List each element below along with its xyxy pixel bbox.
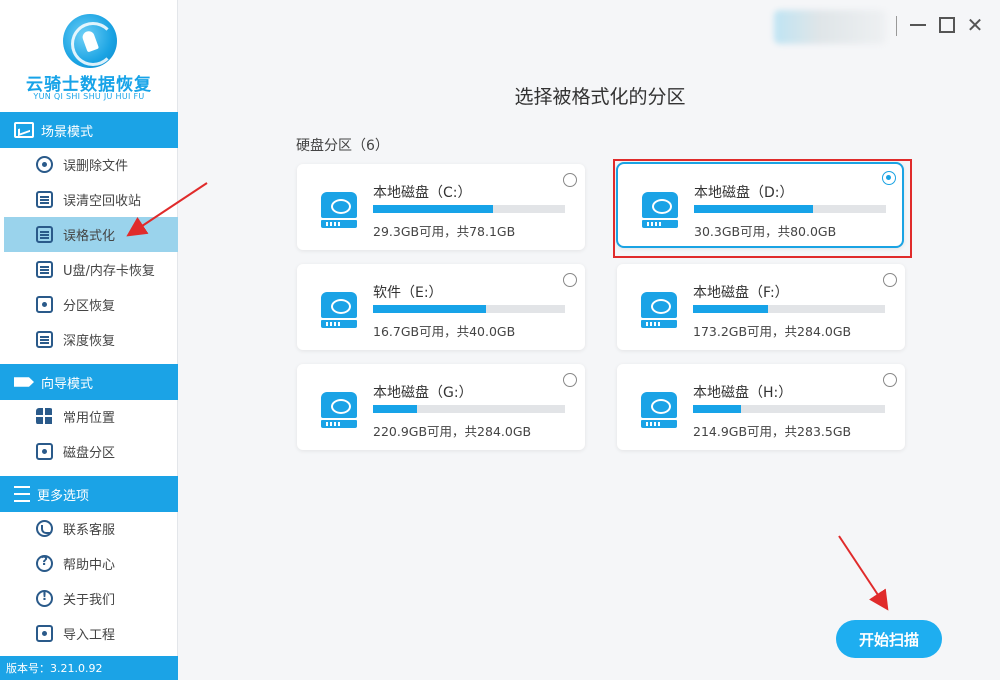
maximize-button[interactable] [935, 12, 959, 38]
sidebar: 云骑士数据恢复 YUN QI SHI SHU JU HUI FU 场景模式 误删… [0, 0, 178, 680]
help-icon [36, 554, 53, 572]
user-account-avatar[interactable] [774, 10, 886, 44]
info-icon [36, 589, 53, 607]
section-guide-mode[interactable]: 向导模式 [0, 364, 178, 400]
section-title: 更多选项 [37, 488, 90, 504]
nav-item-disk-partition[interactable]: 磁盘分区 [4, 434, 178, 469]
deep-recovery-icon [36, 331, 53, 348]
partition-name: 本地磁盘（C:） [373, 185, 472, 201]
section-more-options[interactable]: 更多选项 [0, 476, 178, 512]
nav-item-label: 联系客服 [63, 523, 116, 538]
usage-bar [693, 305, 885, 313]
hard-drive-icon [321, 292, 357, 328]
nav-item-label: 导入工程 [63, 628, 116, 643]
nav-item-contact-support[interactable]: 联系客服 [4, 511, 178, 546]
phone-icon [36, 520, 53, 537]
usage-bar [694, 205, 886, 213]
partition-card-d[interactable]: 本地磁盘（D:） 30.3GB可用，共80.0GB [616, 162, 904, 248]
nav-item-recycle-bin[interactable]: 误清空回收站 [4, 182, 178, 217]
partition-usage-text: 220.9GB可用，共284.0GB [373, 424, 532, 439]
section-title: 向导模式 [41, 376, 94, 392]
version-label: 版本号：3.21.0.92 [0, 656, 178, 680]
nav-item-label: 深度恢复 [63, 334, 116, 349]
partition-radio[interactable] [563, 373, 577, 387]
nav-item-label: 磁盘分区 [63, 446, 116, 461]
signpost-icon [14, 377, 34, 387]
titlebar-divider [896, 16, 897, 36]
usage-bar [373, 205, 565, 213]
scene-icon [14, 122, 34, 138]
import-icon [36, 625, 53, 642]
partition-card-f[interactable]: 本地磁盘（F:） 173.2GB可用，共284.0GB [617, 264, 905, 350]
disk-icon [36, 443, 53, 460]
partition-usage-text: 173.2GB可用，共284.0GB [693, 324, 852, 339]
nav-item-label: 误格式化 [63, 229, 116, 244]
partition-radio[interactable] [563, 273, 577, 287]
partition-card-h[interactable]: 本地磁盘（H:） 214.9GB可用，共283.5GB [617, 364, 905, 450]
arrow-to-start-button [838, 535, 889, 611]
disk-partitions-heading: 硬盘分区（6） [296, 138, 389, 154]
hard-drive-icon [641, 392, 677, 428]
partition-usage-text: 30.3GB可用，共80.0GB [694, 224, 837, 239]
partition-radio[interactable] [883, 273, 897, 287]
partition-name: 本地磁盘（G:） [373, 385, 473, 401]
minimize-button[interactable] [906, 12, 930, 38]
nav-item-import-project[interactable]: 导入工程 [4, 616, 178, 651]
hard-drive-icon [642, 192, 678, 228]
partition-radio[interactable] [563, 173, 577, 187]
partition-card-g[interactable]: 本地磁盘（G:） 220.9GB可用，共284.0GB [297, 364, 585, 450]
section-title: 场景模式 [41, 124, 94, 140]
partition-radio[interactable] [883, 373, 897, 387]
close-button[interactable]: ✕ [963, 12, 987, 38]
nav-item-usb-sd[interactable]: U盘/内存卡恢复 [4, 252, 178, 287]
nav-item-about-us[interactable]: 关于我们 [4, 581, 178, 616]
partition-name: 软件（E:） [373, 285, 443, 301]
page-title: 选择被格式化的分区 [514, 86, 686, 108]
nav-item-help-center[interactable]: 帮助中心 [4, 546, 178, 581]
hard-drive-icon [641, 292, 677, 328]
partition-usage-text: 214.9GB可用，共283.5GB [693, 424, 852, 439]
nav-item-label: 误删除文件 [63, 159, 129, 174]
partition-usage-text: 16.7GB可用，共40.0GB [373, 324, 516, 339]
knight-logo-icon [63, 14, 117, 68]
nav-item-common-locations[interactable]: 常用位置 [4, 399, 178, 434]
partition-usage-text: 29.3GB可用，共78.1GB [373, 224, 516, 239]
nav-item-label: 帮助中心 [63, 558, 116, 573]
format-icon [36, 226, 53, 243]
logo: 云骑士数据恢复 YUN QI SHI SHU JU HUI FU [0, 0, 178, 112]
partition-name: 本地磁盘（F:） [693, 285, 789, 301]
nav-item-partition-recovery[interactable]: 分区恢复 [4, 287, 178, 322]
start-scan-button[interactable]: 开始扫描 [836, 620, 942, 658]
recycle-bin-icon [36, 191, 53, 208]
partition-card-c[interactable]: 本地磁盘（C:） 29.3GB可用，共78.1GB [297, 164, 585, 250]
section-scene-mode[interactable]: 场景模式 [0, 112, 178, 148]
partition-radio-selected[interactable] [882, 171, 896, 185]
partition-name: 本地磁盘（H:） [693, 385, 793, 401]
nav-item-deleted-file[interactable]: 误删除文件 [4, 147, 178, 182]
partition-icon [36, 296, 53, 313]
app-subtitle: YUN QI SHI SHU JU HUI FU [33, 92, 145, 101]
windows-icon [36, 408, 53, 425]
deleted-file-icon [36, 156, 53, 173]
usage-bar [693, 405, 885, 413]
nav-item-label: 分区恢复 [63, 299, 116, 314]
usage-bar [373, 405, 565, 413]
nav-item-label: 常用位置 [63, 411, 116, 426]
usage-bar [373, 305, 565, 313]
nav-item-label: U盘/内存卡恢复 [63, 264, 155, 279]
sd-card-icon [36, 261, 53, 278]
nav-item-label: 误清空回收站 [63, 194, 142, 209]
partition-name: 本地磁盘（D:） [694, 185, 794, 201]
nav-item-format[interactable]: 误格式化 [4, 217, 178, 252]
partition-card-e[interactable]: 软件（E:） 16.7GB可用，共40.0GB [297, 264, 585, 350]
nav-item-deep-recovery[interactable]: 深度恢复 [4, 322, 178, 357]
hard-drive-icon [321, 192, 357, 228]
hard-drive-icon [321, 392, 357, 428]
menu-icon [14, 486, 30, 502]
nav-item-label: 关于我们 [63, 593, 116, 608]
